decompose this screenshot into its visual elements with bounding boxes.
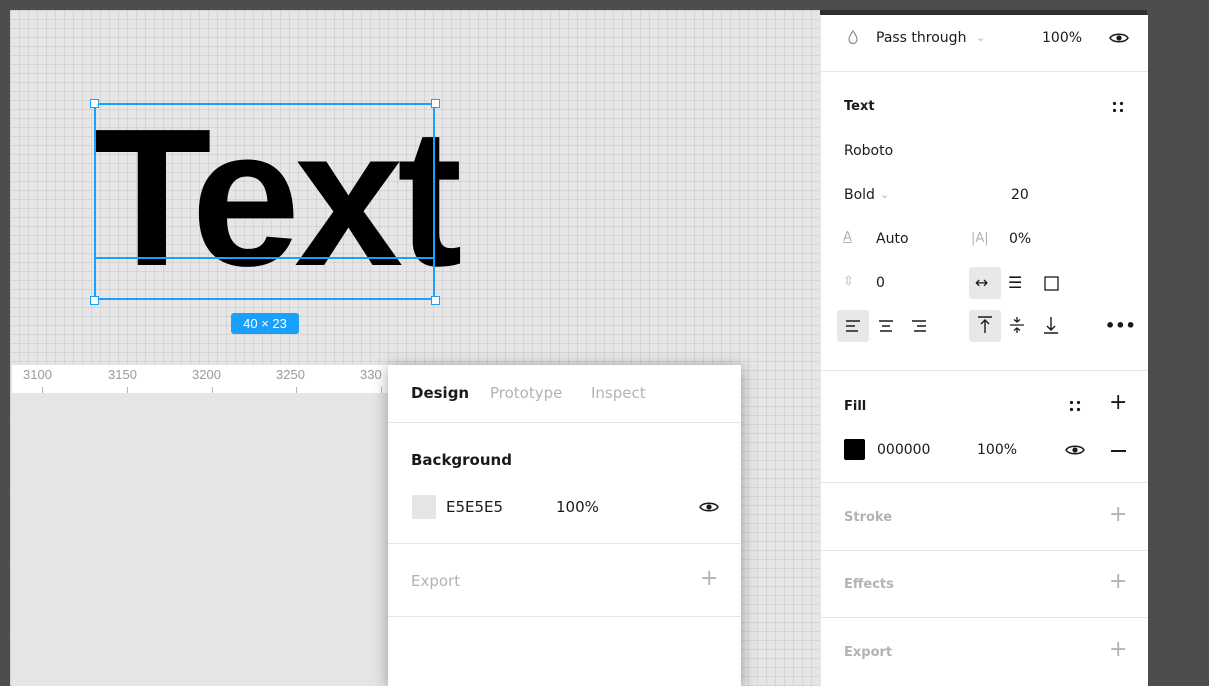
align-bottom-icon[interactable] bbox=[1043, 316, 1059, 334]
styles-grid-icon[interactable] bbox=[1111, 100, 1125, 114]
ruler-label: 3250 bbox=[276, 367, 305, 382]
export-section-title: Export bbox=[844, 645, 893, 660]
resize-handle-top-left[interactable] bbox=[90, 99, 99, 108]
more-options-icon[interactable]: ••• bbox=[1105, 316, 1136, 336]
divider bbox=[821, 71, 1148, 72]
blend-drop-icon bbox=[848, 29, 858, 45]
blend-mode-select[interactable]: Pass through bbox=[876, 29, 966, 47]
size-badge: 40 × 23 bbox=[231, 313, 299, 334]
background-color-hex[interactable]: E5E5E5 bbox=[446, 498, 503, 516]
divider bbox=[388, 422, 741, 423]
background-color-swatch[interactable] bbox=[412, 495, 436, 519]
chevron-down-icon[interactable]: ⌄ bbox=[880, 185, 889, 205]
selection-frame[interactable] bbox=[94, 103, 435, 300]
divider bbox=[821, 482, 1148, 483]
divider bbox=[821, 617, 1148, 618]
line-height-icon: A bbox=[843, 230, 852, 245]
font-family-select[interactable]: Roboto bbox=[844, 142, 893, 160]
tab-prototype[interactable]: Prototype bbox=[490, 384, 562, 402]
design-panel-overlay: Design Prototype Inspect Background E5E5… bbox=[388, 365, 741, 686]
divider bbox=[821, 370, 1148, 371]
ruler-label: 3150 bbox=[108, 367, 137, 382]
add-export-plus-icon[interactable]: + bbox=[700, 568, 718, 590]
background-opacity[interactable]: 100% bbox=[556, 498, 599, 516]
ruler-label: 330 bbox=[360, 367, 382, 382]
styles-grid-icon[interactable] bbox=[1068, 399, 1082, 413]
tab-inspect[interactable]: Inspect bbox=[591, 384, 646, 402]
align-top-icon[interactable] bbox=[977, 316, 993, 334]
divider bbox=[388, 543, 741, 544]
align-left-icon[interactable] bbox=[845, 320, 861, 332]
add-fill-plus-icon[interactable]: + bbox=[1109, 392, 1127, 414]
eye-icon[interactable] bbox=[1065, 443, 1085, 457]
ruler-label: 3100 bbox=[23, 367, 52, 382]
align-middle-icon[interactable] bbox=[1009, 316, 1025, 334]
align-center-icon[interactable] bbox=[878, 320, 894, 332]
tab-design[interactable]: Design bbox=[411, 384, 469, 402]
eye-icon[interactable] bbox=[1109, 31, 1129, 45]
align-right-icon[interactable] bbox=[911, 320, 927, 332]
export-section-title: Export bbox=[411, 572, 461, 590]
effects-section-title: Effects bbox=[844, 577, 894, 592]
add-effect-plus-icon[interactable]: + bbox=[1109, 571, 1127, 593]
font-weight-select[interactable]: Bold bbox=[844, 186, 875, 204]
auto-width-icon[interactable]: ↔ bbox=[975, 273, 988, 293]
divider bbox=[821, 550, 1148, 551]
stroke-section-title: Stroke bbox=[844, 510, 893, 525]
letter-spacing-icon: |A| bbox=[971, 231, 989, 246]
fill-section-title: Fill bbox=[844, 399, 867, 414]
letter-spacing-input[interactable]: 0% bbox=[1009, 230, 1031, 248]
fill-color-swatch[interactable] bbox=[844, 439, 865, 460]
divider bbox=[388, 616, 741, 617]
chevron-down-icon[interactable]: ⌄ bbox=[976, 28, 985, 48]
eye-icon[interactable] bbox=[699, 500, 719, 514]
paragraph-spacing-icon: ⇳ bbox=[843, 274, 854, 289]
resize-handle-bottom-right[interactable] bbox=[431, 296, 440, 305]
font-size-input[interactable]: 20 bbox=[1011, 186, 1029, 204]
fixed-size-icon[interactable] bbox=[1044, 276, 1059, 291]
add-export-plus-icon[interactable]: + bbox=[1109, 639, 1127, 661]
ruler-label: 3200 bbox=[192, 367, 221, 382]
resize-handle-top-right[interactable] bbox=[431, 99, 440, 108]
resize-handle-bottom-left[interactable] bbox=[90, 296, 99, 305]
layer-opacity[interactable]: 100% bbox=[1042, 29, 1082, 47]
fill-opacity[interactable]: 100% bbox=[977, 441, 1017, 459]
text-section-title: Text bbox=[844, 99, 875, 114]
add-stroke-plus-icon[interactable]: + bbox=[1109, 504, 1127, 526]
remove-fill-minus-icon[interactable] bbox=[1111, 450, 1126, 452]
overlay-canvas bbox=[12, 393, 388, 686]
paragraph-spacing-input[interactable]: 0 bbox=[876, 274, 885, 292]
auto-height-icon[interactable]: ☰ bbox=[1008, 273, 1022, 293]
horizontal-ruler: 3100 3150 3200 3250 330 bbox=[12, 365, 388, 393]
properties-panel: Pass through ⌄ 100% Text Roboto Bold ⌄ 2… bbox=[820, 15, 1148, 686]
fill-color-hex[interactable]: 000000 bbox=[877, 441, 930, 459]
background-section-title: Background bbox=[411, 451, 512, 469]
window-edge bbox=[1147, 14, 1209, 686]
line-height-input[interactable]: Auto bbox=[876, 230, 909, 248]
